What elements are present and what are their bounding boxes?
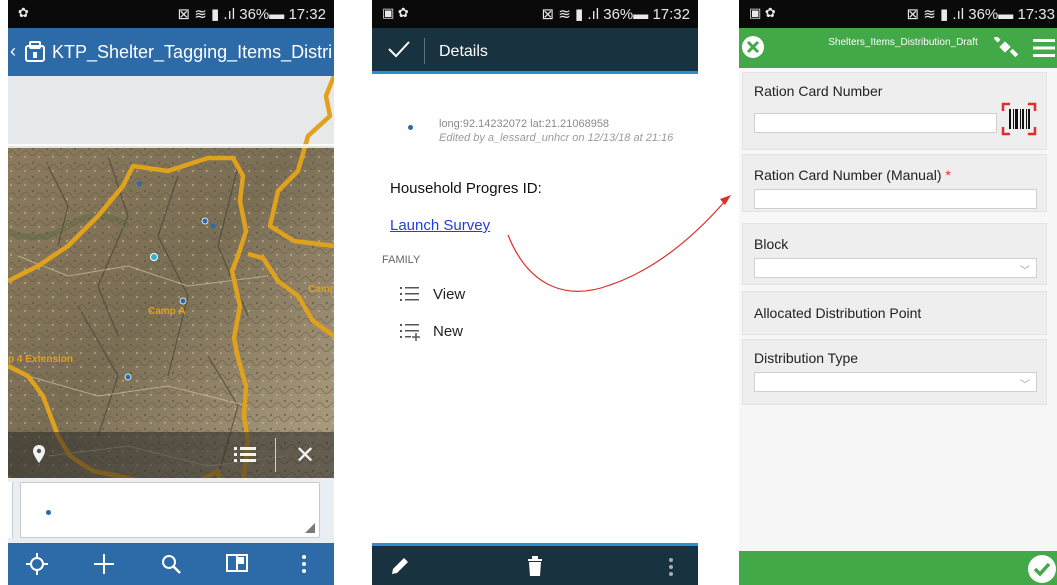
app-icon: [25, 41, 45, 62]
overflow-icon[interactable]: [301, 553, 307, 580]
locate-icon[interactable]: [26, 553, 48, 580]
status-right: ⊠ ≋ ▮ .ıl 36%▬ 17:32: [541, 6, 690, 23]
required-mark: *: [945, 167, 951, 183]
list-add-icon: [400, 324, 420, 341]
status-bar: ▣ ✿ ⊠ ≋ ▮ .ıl 36%▬ 17:33: [739, 0, 1057, 28]
app-bar: ‹ KTP_Shelter_Tagging_Items_Distrib...: [8, 28, 334, 76]
submit-check-icon[interactable]: [1027, 554, 1057, 584]
details-title: Details: [439, 43, 488, 60]
allocated-point-label: Allocated Distribution Point: [754, 305, 922, 321]
notification-icon: ▣ ✿: [749, 5, 776, 20]
notification-icon: ✿: [18, 5, 29, 20]
previous-card-edge[interactable]: [8, 482, 13, 538]
add-icon[interactable]: [93, 553, 115, 580]
new-label: New: [433, 323, 464, 340]
field-ration-card: Ration Card Number: [742, 72, 1047, 150]
pin-icon[interactable]: [32, 444, 46, 464]
field-distribution-type: Distribution Type ﹀: [742, 339, 1047, 405]
delete-icon[interactable]: [527, 556, 543, 581]
ration-card-input[interactable]: [754, 113, 997, 133]
chevron-down-icon: ﹀: [1020, 266, 1030, 277]
field-allocated-point: Allocated Distribution Point: [742, 291, 1047, 335]
list-icon[interactable]: [234, 446, 258, 464]
status-right: ⊠ ≋ ▮ .ıl 36%▬ 17:32: [177, 6, 326, 23]
bar-divider: [424, 38, 425, 64]
details-screen: ▣ ✿ ⊠ ≋ ▮ .ıl 36%▬ 17:32 Details long:92…: [372, 0, 698, 585]
chevron-down-icon: ﹀: [1020, 380, 1030, 391]
close-form-icon[interactable]: [741, 35, 765, 59]
field-ration-card-manual: Ration Card Number (Manual) *: [742, 154, 1047, 212]
coordinates-text: long:92.14232072 lat:21.21068958: [439, 118, 610, 130]
status-bar: ▣ ✿ ⊠ ≋ ▮ .ıl 36%▬ 17:32: [372, 0, 698, 28]
distribution-type-select[interactable]: ﹀: [754, 372, 1037, 392]
status-bar: ✿ ⊠ ≋ ▮ .ıl 36%▬ 17:32: [8, 0, 334, 28]
back-icon[interactable]: ‹: [10, 41, 16, 62]
label-camp-right: Camp: [308, 284, 334, 295]
ration-card-label: Ration Card Number: [754, 83, 883, 99]
tool-divider: [275, 438, 276, 472]
survey-form-screen: ▣ ✿ ⊠ ≋ ▮ .ıl 36%▬ 17:33 Shelters_Items_…: [739, 0, 1057, 585]
feature-card[interactable]: [20, 482, 320, 538]
list-view-icon: [400, 287, 419, 301]
feature-dot-icon: [46, 510, 51, 515]
edit-icon[interactable]: [390, 556, 410, 581]
check-icon[interactable]: [388, 40, 410, 58]
status-right: ⊠ ≋ ▮ .ıl 36%▬ 17:33: [906, 6, 1055, 23]
overflow-icon[interactable]: [668, 556, 674, 583]
household-id-label: Household Progres ID:: [390, 180, 542, 197]
field-block: Block ﹀: [742, 223, 1047, 285]
ration-card-manual-input[interactable]: [754, 189, 1037, 209]
details-app-bar: Details: [372, 28, 698, 74]
map-icon[interactable]: [226, 553, 248, 578]
block-select[interactable]: ﹀: [754, 258, 1037, 278]
view-label: View: [433, 286, 466, 303]
family-view-button[interactable]: View: [400, 283, 520, 307]
ration-card-manual-label: Ration Card Number (Manual) *: [754, 167, 951, 183]
menu-icon[interactable]: [1033, 38, 1055, 58]
resize-handle-icon[interactable]: [305, 523, 315, 533]
label-extension: p 4 Extension: [8, 354, 73, 365]
edited-info: Edited by a_lessard_unhcr on 12/13/18 at…: [439, 132, 674, 144]
form-app-bar: Shelters_Items_Distribution_Draft: [739, 28, 1057, 68]
family-section-header: FAMILY: [382, 254, 421, 266]
label-camp-a: Camp A: [148, 306, 185, 317]
distribution-type-label: Distribution Type: [754, 350, 859, 366]
notification-icon: ▣ ✿: [382, 5, 409, 20]
satellite-icon[interactable]: [994, 37, 1020, 59]
launch-survey-link[interactable]: Launch Survey: [390, 217, 490, 234]
details-bottom-bar: [372, 543, 698, 585]
map-title: KTP_Shelter_Tagging_Items_Distrib...: [52, 42, 332, 62]
map-bottom-bar: [8, 543, 334, 585]
map-tool-strip: ✕: [8, 432, 334, 478]
feature-popup: [8, 478, 334, 543]
form-bottom-bar: [739, 551, 1057, 585]
close-icon[interactable]: ✕: [295, 441, 315, 470]
feature-dot-icon: [408, 125, 413, 130]
form-title: Shelters_Items_Distribution_Draft: [828, 37, 978, 48]
barcode-scan-icon[interactable]: [1001, 102, 1037, 136]
family-new-button[interactable]: New: [400, 320, 520, 344]
map-screen: ✿ ⊠ ≋ ▮ .ıl 36%▬ 17:32 ‹ KTP_Shelter_Tag…: [8, 0, 334, 585]
block-label: Block: [754, 236, 789, 252]
search-icon[interactable]: [160, 553, 182, 580]
